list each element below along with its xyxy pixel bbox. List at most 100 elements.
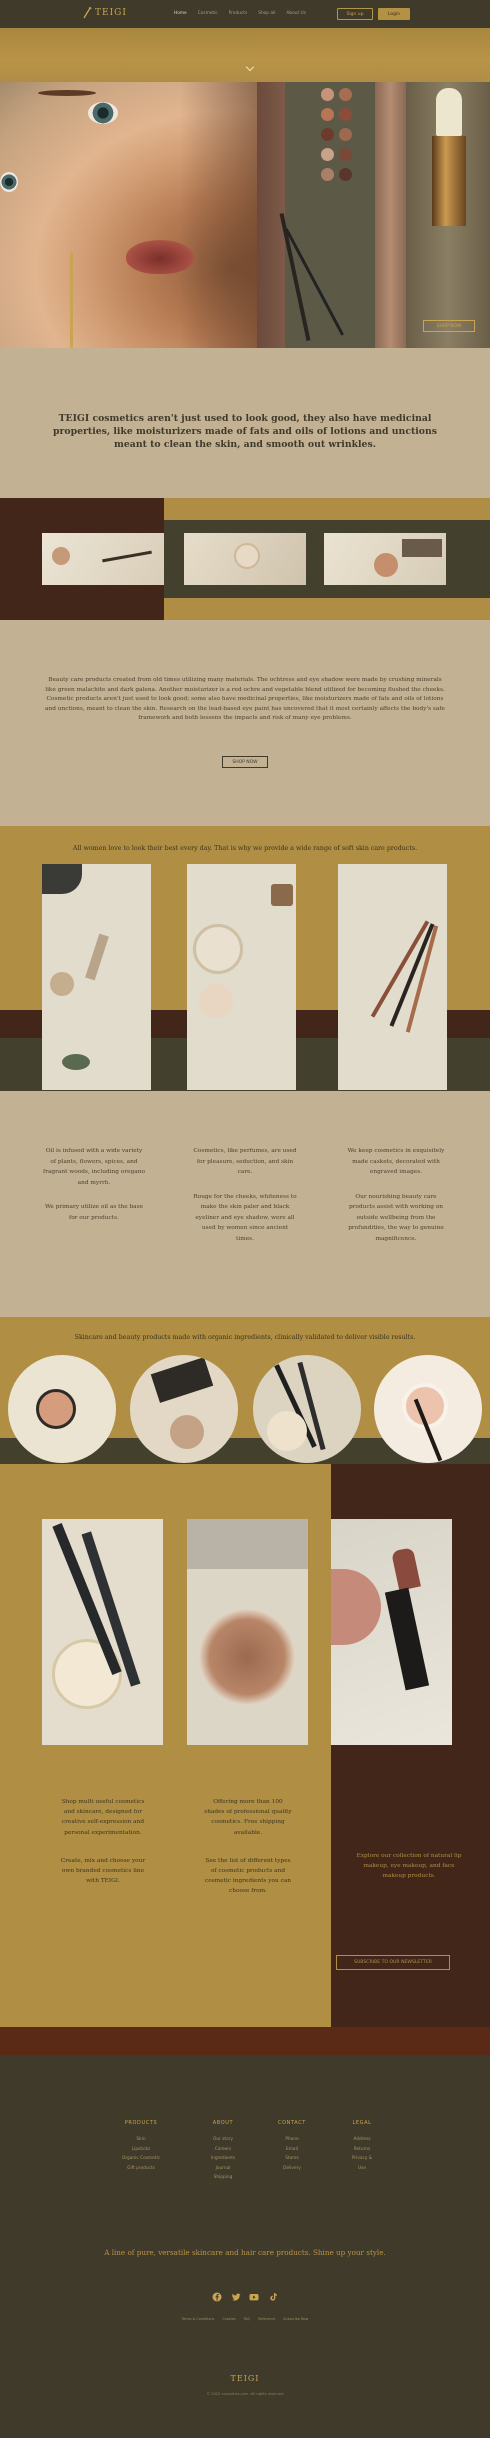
footer-link[interactable]: Privacy & [334, 2154, 390, 2164]
footer-column-products: PRODUCTS Skin Lipsticks Organic Cosmetic… [110, 2120, 172, 2173]
copyright: © 2022 cosmetics.com. All rights reserve… [206, 2392, 284, 2396]
footer-link[interactable]: Careers [195, 2145, 251, 2155]
footer-link[interactable]: Stores [264, 2154, 320, 2164]
footer-link[interactable]: Use [334, 2164, 390, 2174]
circles-caption: Skincare and beauty products made with o… [74, 1334, 416, 1341]
nav-shop-all[interactable]: Shop all [258, 11, 275, 16]
footer-logo[interactable]: TEIGI [222, 2374, 268, 2383]
logo-text: TEIGI [95, 8, 127, 18]
feature-text: Rouge for the cheeks, whiteness to make … [193, 1193, 297, 1242]
facebook-icon[interactable] [212, 2292, 222, 2302]
circle-product-image [130, 1355, 238, 1463]
eye [0, 172, 18, 192]
footer-bottom-link[interactable]: Subscribe Now [283, 2317, 308, 2321]
circle-product-image [253, 1355, 361, 1463]
footer-column-title: ABOUT [212, 2120, 234, 2126]
product-thumbnail [184, 533, 306, 585]
feature-column: Oil is infused with a wide variety of pl… [42, 1146, 146, 1244]
footer-column-about: ABOUT Our story Careers Ingredients Jour… [195, 2120, 251, 2183]
feature-column: We keep cosmetics in exquisitely made ca… [344, 1146, 448, 1244]
footer-link[interactable]: Our story [195, 2135, 251, 2145]
logo[interactable]: TEIGI [82, 7, 127, 19]
footer-bottom-link[interactable]: Terms & Conditions [182, 2317, 215, 2321]
footer-link[interactable]: Skin [110, 2135, 172, 2145]
footer-column-legal: LEGAL Address Returns Privacy & Use [334, 2120, 390, 2173]
hero-shop-now-button[interactable]: SHOP NOW [423, 320, 475, 332]
lips [126, 240, 194, 274]
gallery-image [187, 864, 296, 1090]
shop-now-button[interactable]: SHOP NOW [222, 756, 268, 768]
nav-cosmetic[interactable]: Cosmetic [198, 11, 218, 16]
feature-text: Cosmetics, like perfumes, are used for p… [193, 1148, 297, 1175]
newsletter-subscribe-button[interactable]: SUBSCRIBE TO OUR NEWSLETTER [336, 1955, 450, 1970]
nav-home[interactable]: Home [174, 11, 187, 16]
footer-link[interactable]: Journal [195, 2164, 251, 2174]
lower-text: Shop multi useful cosmetics and skincare… [61, 1799, 145, 1836]
feature-text: Our nourishing beauty care products assi… [348, 1193, 444, 1242]
main-nav: Home Cosmetic Products Shop all About Us [174, 11, 306, 16]
footer-tagline: A line of pure, versatile skincare and h… [104, 2248, 386, 2257]
footer-link[interactable]: Ingredients [195, 2154, 251, 2164]
circle-product-image [374, 1355, 482, 1463]
lipstick-image [406, 82, 490, 348]
circle-product-image [8, 1355, 116, 1463]
nav-about-us[interactable]: About Us [286, 11, 305, 16]
login-button[interactable]: Login [378, 8, 410, 20]
footer-link[interactable]: Delivery [264, 2164, 320, 2174]
footer-bottom-link[interactable]: Reference [258, 2317, 275, 2321]
brush-logo-icon [83, 7, 92, 19]
footer-bottom-link[interactable]: Cookies [222, 2317, 235, 2321]
brush-photo [42, 1519, 163, 1745]
nav-products[interactable]: Products [229, 11, 248, 16]
footer-column-title: CONTACT [278, 2120, 306, 2126]
footer-link[interactable]: Phone [264, 2135, 320, 2145]
eyeshadow-palette-image [279, 82, 375, 348]
gallery-caption: All women love to look their best every … [72, 845, 418, 852]
feature-text: We primary utilize oil as the base for o… [44, 1204, 144, 1221]
about-paragraph: Beauty care products created from old ti… [45, 677, 445, 722]
footer-column-contact: CONTACT Phone Email Stores Delivery [264, 2120, 320, 2173]
feature-columns: Oil is infused with a wide variety of pl… [42, 1146, 448, 1244]
band-gold-block [164, 598, 490, 620]
feature-text: Oil is infused with a wide variety of pl… [43, 1148, 145, 1186]
eye [88, 102, 118, 124]
footer-bottom-link[interactable]: FAQ [244, 2317, 251, 2321]
lipstick-photo [331, 1519, 452, 1745]
footer-link[interactable]: Email [264, 2145, 320, 2155]
brown-strip [0, 2027, 490, 2055]
footer-link[interactable]: Shipping [195, 2173, 251, 2183]
footer-link[interactable]: Lipsticks [110, 2145, 172, 2155]
youtube-icon[interactable] [249, 2292, 259, 2302]
footer-link[interactable]: Organic Cosmetic [110, 2154, 172, 2164]
footer-column-title: PRODUCTS [124, 2120, 158, 2126]
twitter-icon[interactable] [231, 2292, 241, 2302]
tiktok-icon[interactable] [268, 2292, 278, 2302]
powder-photo [187, 1519, 308, 1745]
gallery-image [338, 864, 447, 1090]
intro-heading: TEIGI cosmetics aren't just used to look… [52, 413, 437, 450]
earring [70, 252, 73, 348]
feature-column: Cosmetics, like perfumes, are used for p… [193, 1146, 297, 1244]
band-gold-block [164, 498, 490, 520]
hero-stripe [375, 82, 406, 348]
lower-text: See the list of different types of cosme… [204, 1857, 292, 1895]
signup-button[interactable]: Sign up [337, 8, 373, 20]
lower-text-column: Shop multi useful cosmetics and skincare… [58, 1797, 148, 1886]
product-thumbnail [324, 533, 446, 585]
product-thumbnail [42, 533, 164, 585]
lower-text-column: Offering more than 100 shades of profess… [203, 1797, 293, 1897]
footer-link[interactable]: Returns [334, 2145, 390, 2155]
hero-top-band [0, 28, 490, 82]
collection-text: Explore our collection of natural lip ma… [356, 1853, 462, 1880]
hero-model-image [0, 82, 257, 348]
lower-text: Offering more than 100 shades of profess… [204, 1799, 292, 1836]
gallery-image [42, 864, 151, 1090]
social-icons [212, 2292, 278, 2302]
footer-bottom-links: Terms & Conditions Cookies FAQ Reference… [150, 2317, 340, 2321]
footer-link[interactable]: Gift products [110, 2164, 172, 2174]
footer-column-title: LEGAL [352, 2120, 372, 2126]
footer-link[interactable]: Address [334, 2135, 390, 2145]
feature-text: We keep cosmetics in exquisitely made ca… [347, 1148, 445, 1175]
eyebrow [38, 90, 96, 96]
lower-text: Create, mix and choose your own branded … [60, 1857, 146, 1885]
